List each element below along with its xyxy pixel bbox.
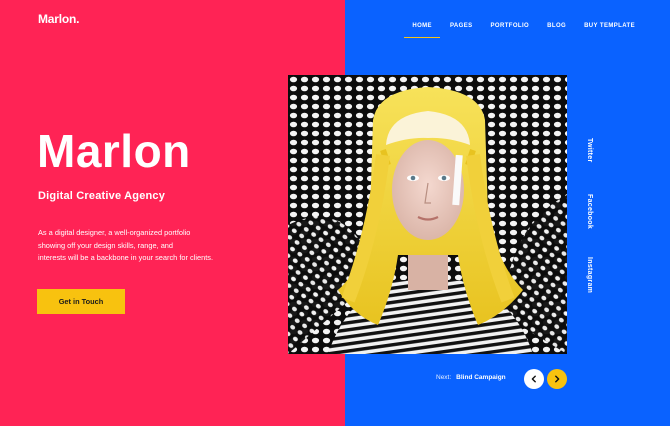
- nav-item-home[interactable]: HOME: [403, 23, 441, 38]
- hero-description-line: interests will be a backbone in your sea…: [38, 253, 213, 262]
- hero-subtitle: Digital Creative Agency: [38, 190, 166, 202]
- social-link-facebook[interactable]: Facebook: [586, 194, 593, 229]
- main-nav: HOME PAGES PORTFOLIO BLOG BUY TEMPLATE: [403, 23, 644, 38]
- next-project: Next: Blind Campaign: [436, 374, 506, 381]
- next-slide-button[interactable]: [547, 369, 567, 389]
- hero-portrait-image: [288, 75, 567, 354]
- next-label: Next:: [436, 374, 452, 381]
- hero-title: Marlon: [37, 125, 191, 177]
- nav-item-buy-template[interactable]: BUY TEMPLATE: [575, 23, 644, 29]
- hero-description-line: showing off your design skills, range, a…: [38, 240, 174, 250]
- get-in-touch-button[interactable]: Get in Touch: [37, 289, 125, 314]
- prev-slide-button[interactable]: [524, 369, 544, 389]
- next-project-title[interactable]: Blind Campaign: [456, 374, 505, 381]
- site-logo[interactable]: Marlon.: [38, 12, 79, 26]
- nav-item-pages[interactable]: PAGES: [441, 23, 482, 29]
- chevron-left-icon: [531, 375, 536, 383]
- social-link-instagram[interactable]: Instagram: [586, 257, 593, 293]
- hero-description: As a digital designer, a well-organized …: [38, 227, 278, 265]
- nav-item-blog[interactable]: BLOG: [538, 23, 575, 29]
- chevron-right-icon: [555, 375, 560, 383]
- social-link-twitter[interactable]: Twitter: [586, 138, 593, 163]
- portrait-illustration: [288, 75, 567, 354]
- nav-item-portfolio[interactable]: PORTFOLIO: [482, 23, 539, 29]
- hero-description-line: As a digital designer, a well-organized …: [38, 228, 191, 237]
